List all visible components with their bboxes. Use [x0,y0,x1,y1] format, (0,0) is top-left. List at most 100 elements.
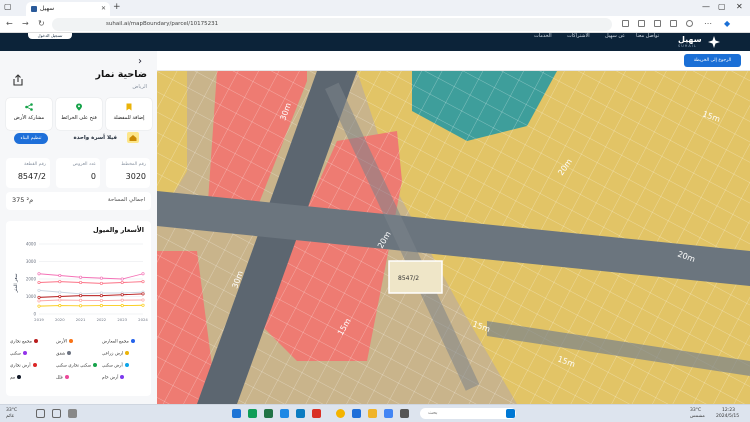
app-icon[interactable] [312,409,321,418]
reload-icon[interactable]: ↻ [38,19,45,28]
chart-series-line [38,273,144,280]
chart-legend-item[interactable]: سكني تجاري سكني [56,363,98,369]
profile-icon[interactable] [686,20,693,27]
logo-text-en: SUHAIL [678,44,697,48]
chart-legend-label: فلل [56,375,63,381]
open-on-maps-button[interactable]: فتح على الخرائط [56,98,102,130]
chart-legend-item[interactable]: أرض تجاري [10,363,37,369]
extensions-icon[interactable] [622,20,629,27]
map-pin-icon [76,103,82,111]
chart-legend-label: مم [10,375,16,381]
file-explorer-icon[interactable] [368,409,377,418]
chart-x-tick-label: 2019 [34,317,44,322]
chart-legend-item[interactable]: سكني [10,351,27,357]
chart-data-point [120,277,124,281]
url-field[interactable]: suhail.ai/mapBoundary/parcel/10175231 [52,18,612,31]
back-icon[interactable]: ← [6,19,13,28]
chart-data-point [99,294,103,298]
nav-link-about[interactable]: عن سهيل [605,33,625,40]
nav-link-subscriptions[interactable]: الاشتراكات [567,33,590,40]
bookmark-icon [126,103,132,111]
tab-actions-icon[interactable]: ▢ [4,2,12,11]
chart-legend-item[interactable]: مجمع المعارض [102,339,135,345]
chrome-icon[interactable] [336,409,345,418]
app-icon[interactable] [68,409,77,418]
widgets-icon[interactable] [36,409,45,418]
site-header: تسجيل الدخول الخدمات الاشتراكات عن سهيل … [0,33,750,51]
app-icon[interactable] [248,409,257,418]
stat-offers-label: عدد العروض [72,162,96,167]
chart-legend-item[interactable]: شقق [56,351,72,357]
chart-data-point [99,304,103,308]
chart-legend-label: أرض سكني [102,363,123,369]
edge-icon[interactable] [296,409,305,418]
stat-parcel-number: رقم القطعة 8547/2 [6,158,50,188]
chart-legend-item[interactable]: أرض سكني [102,363,129,369]
total-area-value: 375 م² [12,196,34,204]
chart-data-point [120,280,124,285]
chart-data-point [141,298,145,302]
taskbar-search[interactable]: بحث [420,408,516,419]
collections-icon[interactable] [670,20,677,27]
chart-data-point [58,304,62,308]
app-icon[interactable] [352,409,361,418]
chart-legend-item[interactable]: ارض زراعي [102,351,130,357]
nav-link-contact[interactable]: تواصل معنا [636,33,659,40]
app-icon[interactable] [384,409,393,418]
chart-legend-label: الأرض [56,339,67,345]
login-pill[interactable]: تسجيل الدخول [28,33,72,39]
chart-legend-item[interactable]: فلل [56,375,69,381]
chart-data-point [58,294,62,299]
chart-legend-item[interactable]: مم [10,375,22,381]
minimize-icon[interactable]: — [702,2,710,11]
app-icon[interactable] [400,409,409,418]
favorites-icon[interactable] [654,20,661,27]
chart-y-tick-label: 1000 [26,294,37,299]
excel-icon[interactable] [264,409,273,418]
weather-desc-left: غائم [6,414,14,419]
split-screen-icon[interactable] [638,20,645,27]
app-icon[interactable] [52,409,61,418]
add-favorite-button[interactable]: إضافة للمفضلة [106,98,152,130]
close-window-icon[interactable]: ✕ [736,2,743,11]
chart-legend-label: أرض خام [102,375,119,381]
maximize-icon[interactable]: ▢ [718,2,726,11]
start-menu-icon[interactable] [232,409,241,418]
browser-tab[interactable]: سهيل ✕ [26,2,110,16]
chart-x-tick-label: 2020 [55,317,65,322]
open-on-maps-label: فتح على الخرائط [61,115,97,121]
price-trend-card: الأسعار والميول 4000 3000 2000 1000 0 سعر الم… [6,221,151,396]
building-regulation-button[interactable]: تنظيم البناء [14,133,48,144]
legend-dot-icon [64,375,69,379]
satellite-map: 8547/2 30m 30m 20m 20m 15m 15m 15m 15m 2… [157,71,750,404]
chart-legend-item[interactable]: مجمع تجاري [10,339,38,345]
share-nodes-icon [25,103,33,111]
share-icon[interactable] [12,74,24,86]
stat-plan-number: رقم المخطط 3020 [106,158,150,188]
stat-offers-value: 0 [90,172,96,181]
house-icon [127,132,139,143]
chart-legend-item[interactable]: الأرض [56,339,73,345]
site-logo[interactable]: سهيل SUHAIL [672,34,722,50]
back-to-map-button[interactable]: الرجوع إلى الخريطة [684,54,741,67]
parcel-map[interactable]: 8547/2 30m 30m 20m 20m 15m 15m 15m 15m 2… [157,71,750,404]
chart-legend-item[interactable]: أرض خام [102,375,125,381]
new-tab-icon[interactable]: + [113,2,121,12]
chart-data-point [37,295,41,299]
collapse-panel-icon[interactable]: › [138,56,142,67]
tab-close-icon[interactable]: ✕ [101,2,106,16]
nav-link-services[interactable]: الخدمات [534,33,552,40]
chart-data-point [79,275,83,279]
browser-menu-icon[interactable]: ⋯ [704,19,712,28]
forward-icon[interactable]: → [22,19,29,28]
stat-plan-number-label: رقم المخطط [121,162,146,167]
share-land-button[interactable]: مشاركة الأرض [6,98,52,130]
windows-start-icon[interactable] [506,409,515,418]
copilot-icon[interactable]: ◆ [724,19,730,28]
parcel-title: ضاحية نمار [95,69,147,80]
chart-y-axis-label: سعر المتر [14,273,19,293]
legend-dot-icon [125,351,130,355]
stat-offers: عدد العروض 0 [56,158,100,188]
chart-legend-label: مجمع تجاري [10,339,32,345]
app-icon[interactable] [280,409,289,418]
